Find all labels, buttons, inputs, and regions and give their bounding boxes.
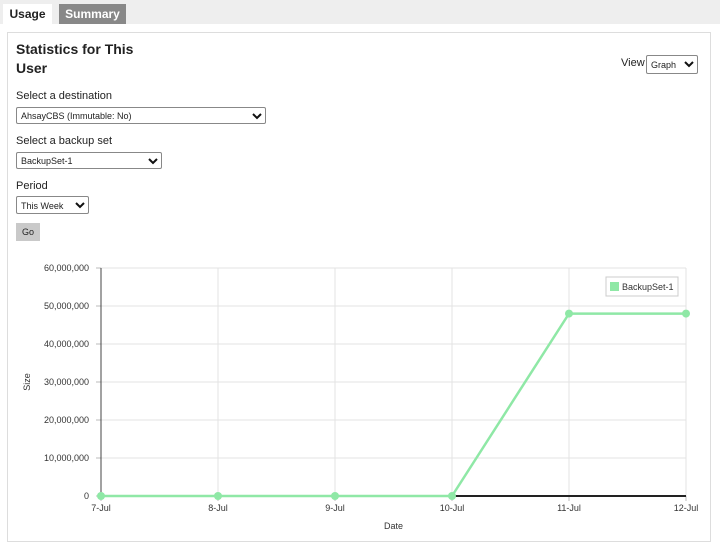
y-tick-label: 30,000,000 (44, 377, 89, 387)
x-tick-label: 12-Jul (674, 503, 699, 513)
data-point (97, 492, 105, 500)
y-tick-label: 10,000,000 (44, 453, 89, 463)
data-point (565, 309, 573, 318)
legend-swatch (610, 282, 619, 291)
x-tick-label: 8-Jul (208, 503, 228, 513)
data-point (448, 492, 456, 500)
x-tick-label: 10-Jul (440, 503, 465, 513)
x-tick-label: 7-Jul (91, 503, 111, 513)
x-tick-label: 9-Jul (325, 503, 345, 513)
y-axis-label: Size (22, 373, 32, 391)
y-tick-label: 40,000,000 (44, 339, 89, 349)
y-tick-label: 20,000,000 (44, 415, 89, 425)
x-axis-label: Date (384, 521, 403, 531)
series-line (101, 312, 686, 498)
x-tick-label: 11-Jul (557, 503, 581, 513)
y-tick-label: 60,000,000 (44, 263, 89, 273)
y-tick-label: 0 (84, 491, 89, 501)
data-point (682, 309, 690, 318)
legend-label: BackupSet-1 (622, 282, 674, 292)
usage-line-chart: 0 10,000,000 20,000,000 30,000,000 40,000,00… (22, 263, 699, 531)
data-point (214, 492, 222, 500)
data-point (331, 492, 339, 500)
y-tick-label: 50,000,000 (44, 301, 89, 311)
